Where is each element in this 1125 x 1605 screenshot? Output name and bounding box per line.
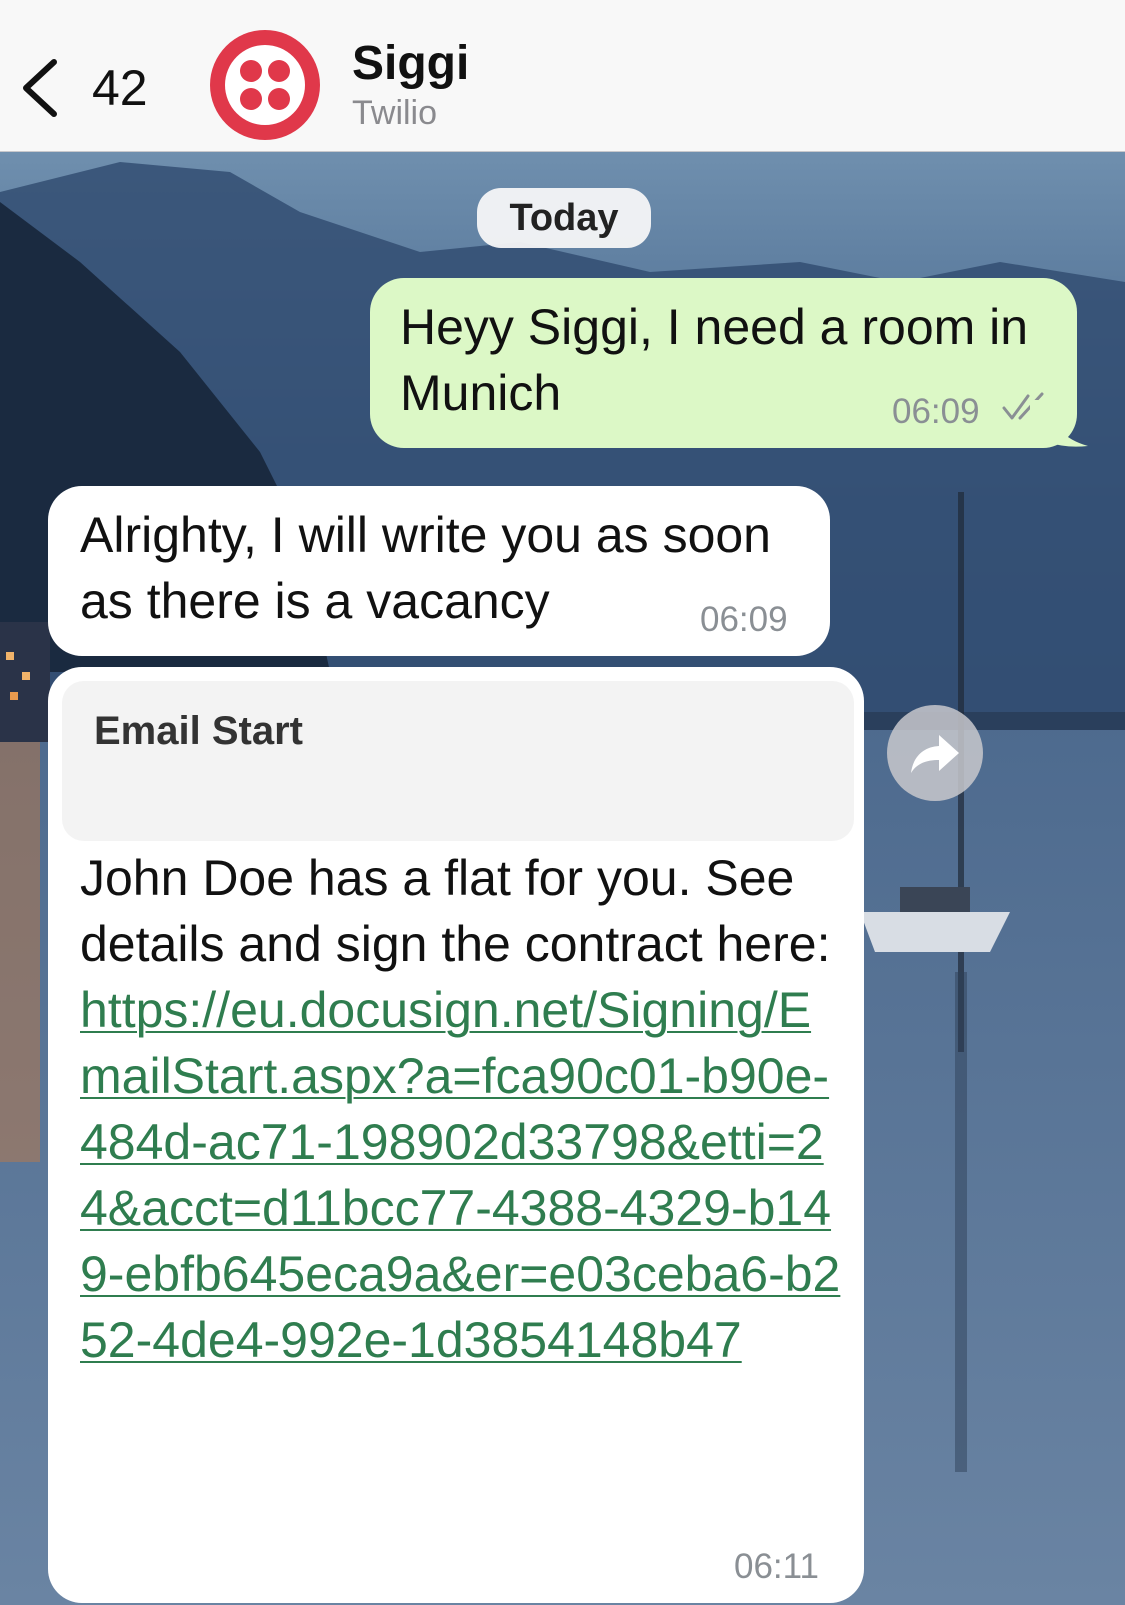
message-time: 06:09 — [700, 600, 788, 639]
link-preview-header[interactable]: Email Start — [62, 681, 854, 841]
avatar[interactable] — [210, 30, 320, 140]
twilio-logo-icon — [225, 45, 305, 125]
contact-subtitle: Twilio — [352, 94, 438, 132]
date-separator: Today — [477, 188, 651, 248]
chevron-left-icon — [23, 59, 57, 117]
incoming-message-bubble[interactable]: Alrighty, I will write you as soon as th… — [48, 486, 830, 656]
bubble-tail — [1030, 400, 1088, 447]
outgoing-message-bubble[interactable]: Heyy Siggi, I need a room in Munich 06:0… — [370, 278, 1077, 448]
message-time: 06:09 — [892, 392, 980, 431]
docusign-link[interactable]: https://eu.docusign.net/Signing/EmailSta… — [80, 982, 840, 1368]
back-button[interactable]: 42 — [18, 48, 168, 128]
message-text: John Doe has a flat for you. See details… — [80, 845, 850, 1373]
message-time: 06:11 — [734, 1547, 819, 1586]
chat-header: 42 Siggi Twilio — [0, 0, 1125, 152]
forward-icon — [911, 735, 959, 773]
forward-button[interactable] — [887, 705, 983, 801]
message-text-prefix: John Doe has a flat for you. See details… — [80, 850, 831, 972]
contact-name[interactable]: Siggi — [352, 40, 469, 88]
link-preview-title: Email Start — [94, 709, 303, 753]
unread-count: 42 — [92, 60, 148, 116]
incoming-card-message-bubble[interactable]: Email Start John Doe has a flat for you.… — [48, 667, 864, 1603]
